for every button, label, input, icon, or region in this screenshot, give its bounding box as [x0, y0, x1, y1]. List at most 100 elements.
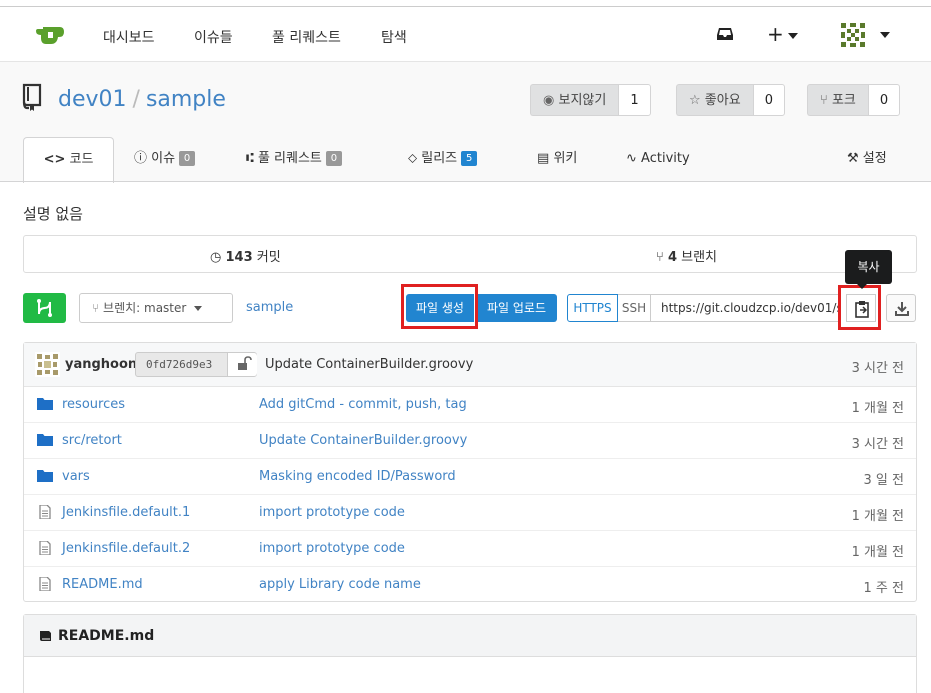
- releases-count-badge: 5: [461, 151, 478, 166]
- compare-button[interactable]: [23, 293, 66, 323]
- file-commit-link[interactable]: Masking encoded ID/Password: [259, 469, 456, 484]
- star-count[interactable]: 0: [752, 84, 785, 116]
- nav-pull-requests[interactable]: 풀 리퀘스트: [272, 27, 341, 47]
- table-row: resources Add gitCmd - commit, push, tag…: [24, 387, 916, 423]
- folder-icon: [37, 398, 53, 410]
- star-icon: ☆: [689, 93, 701, 108]
- folder-icon: [37, 434, 53, 446]
- eye-icon: ◉: [543, 93, 555, 108]
- file-text-icon: [39, 541, 51, 555]
- watch-button[interactable]: ◉ 보지않기: [530, 84, 619, 116]
- repo-name-link[interactable]: sample: [146, 87, 226, 112]
- branches-label: 브랜치: [681, 250, 718, 265]
- tab-settings-label: 설정: [862, 151, 887, 166]
- tab-code[interactable]: <> 코드: [23, 137, 114, 183]
- branch-selector[interactable]: ⑂ 브렌치: master: [79, 293, 233, 323]
- file-time: 3 일 전: [863, 473, 904, 488]
- highlight-box-copy: [838, 285, 881, 330]
- file-table: yanghoon 0fd726d9e3 Update ContainerBuil…: [23, 342, 917, 602]
- copy-tooltip: 복사: [845, 250, 892, 284]
- commits-label: 커밋: [256, 250, 281, 265]
- file-time: 1 개월 전: [851, 545, 904, 560]
- readme-title: README.md: [58, 628, 155, 644]
- commits-stat[interactable]: ◷ 143 커밋: [210, 246, 281, 265]
- commit-message[interactable]: Update ContainerBuilder.groovy: [265, 357, 473, 372]
- book-icon: [40, 631, 51, 641]
- table-row: Jenkinsfile.default.1 import prototype c…: [24, 495, 916, 531]
- nav-explore[interactable]: 탐색: [381, 27, 407, 47]
- tab-settings[interactable]: ⚒ 설정: [829, 137, 905, 183]
- create-new-menu[interactable]: +: [767, 22, 798, 46]
- latest-commit-row: yanghoon 0fd726d9e3 Update ContainerBuil…: [24, 343, 916, 387]
- author-avatar[interactable]: [35, 352, 60, 377]
- user-menu[interactable]: [840, 22, 891, 48]
- chevron-down-icon: [194, 306, 203, 311]
- tab-activity[interactable]: ∿ Activity: [608, 137, 708, 183]
- nav-issues[interactable]: 이슈들: [194, 27, 233, 47]
- pull-request-icon: ⑆: [246, 151, 254, 166]
- tab-pull-requests[interactable]: ⑆ 풀 리퀘스트 0: [228, 137, 360, 183]
- commit-sha: 0fd726d9e3: [146, 358, 213, 371]
- file-name-link[interactable]: vars: [62, 469, 90, 484]
- branches-count: 4: [667, 250, 677, 265]
- repo-header: dev01/sample ◉ 보지않기 1 ☆ 좋아요 0 ⑂ 포크 0 <> …: [0, 62, 931, 183]
- repo-stats-bar: ◷ 143 커밋 ⑂ 4 브랜치: [23, 235, 917, 273]
- file-commit-link[interactable]: import prototype code: [259, 505, 405, 520]
- readme-panel: README.md: [23, 614, 917, 693]
- watch-count[interactable]: 1: [618, 84, 651, 116]
- highlight-box-new-file: [401, 284, 478, 329]
- repo-tabs: <> 코드 ⓘ 이슈 0 ⑆ 풀 리퀘스트 0 ⬦ 릴리즈 5 ▤ 위키 ∿ Acti…: [0, 137, 931, 183]
- ssh-clone-button[interactable]: SSH: [618, 294, 651, 322]
- code-icon: <>: [43, 152, 66, 167]
- history-icon: ◷: [210, 250, 222, 265]
- file-name-link[interactable]: resources: [62, 397, 125, 412]
- tab-issues-label: 이슈: [151, 151, 176, 166]
- watch-label: 보지않기: [558, 93, 607, 108]
- table-row: vars Masking encoded ID/Password 3 일 전: [24, 459, 916, 495]
- upload-file-button[interactable]: 파일 업로드: [476, 294, 557, 322]
- file-time: 1 개월 전: [851, 401, 904, 416]
- fork-label: 포크: [831, 93, 856, 108]
- branches-stat[interactable]: ⑂ 4 브랜치: [656, 246, 717, 265]
- tab-releases-label: 릴리즈: [421, 151, 458, 166]
- fork-button[interactable]: ⑂ 포크: [807, 84, 868, 116]
- breadcrumb-repo-link[interactable]: sample: [246, 300, 293, 315]
- fork-button-group: ⑂ 포크 0: [807, 84, 901, 116]
- plus-icon: +: [767, 22, 784, 46]
- tag-icon: ⬦: [408, 151, 418, 166]
- https-clone-button[interactable]: HTTPS: [567, 294, 618, 322]
- tab-issues[interactable]: ⓘ 이슈 0: [116, 137, 213, 183]
- tab-code-label: 코드: [69, 152, 94, 167]
- inbox-icon[interactable]: [717, 27, 733, 41]
- repo-title-separator: /: [132, 87, 140, 112]
- unlock-icon: [227, 353, 257, 376]
- gitea-logo-icon[interactable]: [36, 26, 66, 46]
- file-commit-link[interactable]: Add gitCmd - commit, push, tag: [259, 397, 467, 412]
- file-name-link[interactable]: src/retort: [62, 433, 122, 448]
- tab-pulls-label: 풀 리퀘스트: [257, 151, 322, 166]
- tab-releases[interactable]: ⬦ 릴리즈 5: [390, 137, 495, 183]
- branch-icon: ⑂: [656, 250, 664, 265]
- file-commit-link[interactable]: import prototype code: [259, 541, 405, 556]
- commits-count: 143: [225, 250, 253, 265]
- folder-icon: [37, 470, 53, 482]
- avatar: [840, 22, 866, 48]
- pulse-icon: ∿: [626, 151, 637, 166]
- nav-dashboard[interactable]: 대시보드: [103, 27, 155, 47]
- tab-wiki[interactable]: ▤ 위키: [519, 137, 595, 183]
- repo-title: dev01/sample: [58, 87, 226, 112]
- tools-icon: ⚒: [847, 151, 859, 166]
- download-button[interactable]: [886, 294, 916, 322]
- top-navbar: 대시보드 이슈들 풀 리퀘스트 탐색 +: [0, 0, 931, 62]
- star-button[interactable]: ☆ 좋아요: [676, 84, 753, 116]
- clone-url-input[interactable]: https://git.cloudzcp.io/dev01/sample.git: [651, 294, 841, 322]
- fork-count[interactable]: 0: [867, 84, 901, 116]
- file-name-link[interactable]: Jenkinsfile.default.1: [62, 505, 190, 520]
- file-commit-link[interactable]: Update ContainerBuilder.groovy: [259, 433, 467, 448]
- commit-sha-button[interactable]: 0fd726d9e3: [135, 352, 257, 377]
- repo-owner-link[interactable]: dev01: [58, 87, 127, 112]
- file-commit-link[interactable]: apply Library code name: [259, 577, 421, 592]
- file-name-link[interactable]: Jenkinsfile.default.2: [62, 541, 190, 556]
- file-name-link[interactable]: README.md: [62, 577, 143, 592]
- commit-author[interactable]: yanghoon: [65, 357, 137, 372]
